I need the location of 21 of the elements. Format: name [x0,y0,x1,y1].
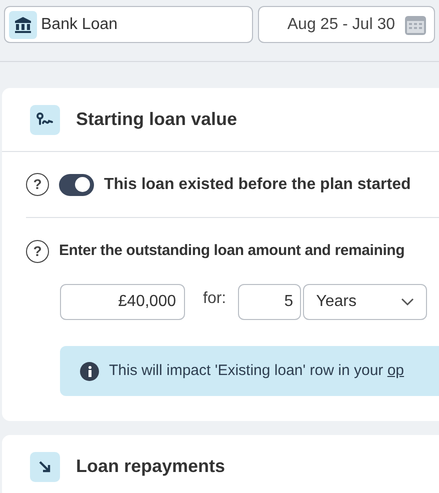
bank-icon [9,10,37,38]
date-range-field[interactable]: Aug 25 - Jul 30 [258,6,435,43]
toggle-switch[interactable] [59,174,94,196]
info-text: This will impact 'Existing loan' row in your op [109,360,404,381]
section-title: Loan repayments [76,455,226,478]
info-icon [80,362,99,380]
chevron-down-icon [401,298,414,306]
help-icon[interactable]: ? [26,240,49,262]
toggle-label: This loan existed before the plan started [104,174,411,194]
term-input[interactable]: 5 [238,284,302,320]
help-icon[interactable]: ? [26,173,49,196]
loan-name-field[interactable]: Bank Loan [4,6,253,43]
for-label: for: [203,289,226,309]
date-range: Aug 25 - Jul 30 [287,14,395,34]
section-title: Starting loan value [76,108,238,131]
info-link[interactable]: op [387,362,404,379]
question-text: Enter the outstanding loan amount and remaining [59,240,405,261]
unit-dropdown[interactable]: Years [303,284,428,320]
amount-input[interactable]: £40,000 [60,284,185,320]
calendar-icon [405,14,426,34]
loan-name: Bank Loan [41,14,118,34]
